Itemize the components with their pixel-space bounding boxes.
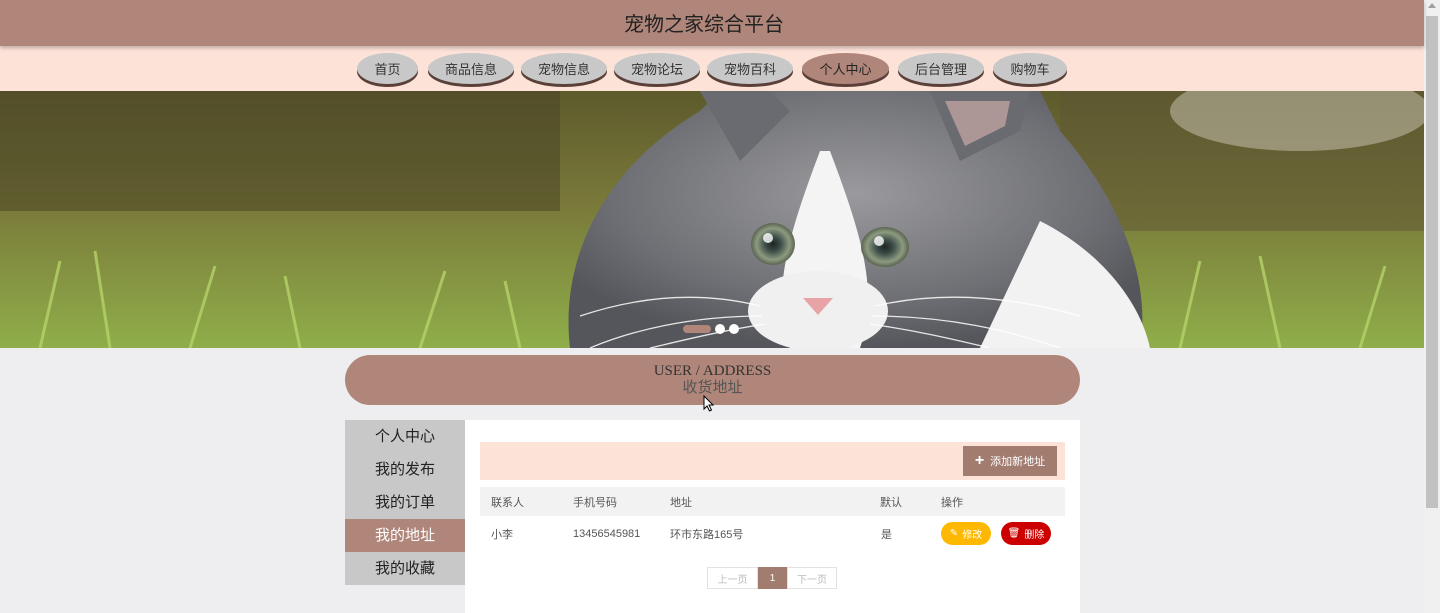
address-panel: + 添加新地址 联系人 手机号码 地址 默认 操作 小李 13456545981…	[465, 420, 1080, 613]
carousel-dot-active[interactable]	[683, 325, 711, 333]
carousel-indicators	[683, 324, 746, 334]
nav-item-home[interactable]: 首页	[357, 53, 418, 84]
plus-icon: +	[974, 452, 985, 469]
banner-carousel[interactable]	[0, 91, 1424, 348]
cell-phone: 13456545981	[573, 528, 641, 540]
address-toolbar: + 添加新地址	[480, 442, 1065, 480]
sidebar-item-my-posts[interactable]: 我的发布	[345, 453, 465, 486]
main-nav: 首页 商品信息 宠物信息 宠物论坛 宠物百科 个人中心 后台管理 购物车	[0, 46, 1424, 91]
nav-item-admin[interactable]: 后台管理	[898, 53, 984, 84]
edit-button[interactable]: ✎ 修改	[941, 522, 991, 545]
sidebar-item-my-favorites[interactable]: 我的收藏	[345, 552, 465, 585]
carousel-dot[interactable]	[729, 324, 739, 334]
cell-contact: 小李	[491, 529, 513, 541]
cell-address: 环市东路165号	[670, 529, 744, 541]
header-phone: 手机号码	[573, 496, 617, 509]
next-page-button[interactable]: 下一页	[787, 567, 837, 589]
add-address-button[interactable]: + 添加新地址	[963, 446, 1057, 476]
header-default: 默认	[880, 496, 902, 509]
scroll-up-arrow-icon[interactable]	[1428, 3, 1436, 8]
section-title-en: USER / ADDRESS	[653, 363, 772, 379]
page-number-current[interactable]: 1	[758, 567, 787, 589]
delete-label: 删除	[1024, 530, 1045, 541]
table-header: 联系人 手机号码 地址 默认 操作	[480, 487, 1065, 516]
add-address-label: 添加新地址	[990, 456, 1046, 468]
delete-button[interactable]: 🗑 删除	[1001, 522, 1051, 545]
sidebar-item-my-address[interactable]: 我的地址	[345, 519, 465, 552]
sidebar-item-my-orders[interactable]: 我的订单	[345, 486, 465, 519]
nav-item-user-center[interactable]: 个人中心	[802, 53, 889, 84]
pencil-icon: ✎	[949, 528, 959, 539]
carousel-dot[interactable]	[715, 324, 725, 334]
edit-label: 修改	[962, 530, 983, 541]
mouse-cursor-icon	[703, 395, 715, 412]
site-header: 宠物之家综合平台	[0, 0, 1424, 46]
trash-icon: 🗑	[1007, 528, 1021, 539]
cell-default: 是	[881, 529, 892, 541]
site-title: 宠物之家综合平台	[624, 14, 784, 36]
banner-kitten-image	[0, 91, 1424, 348]
sidebar-item-user-center[interactable]: 个人中心	[345, 420, 465, 453]
pagination: 上一页 1 下一页	[707, 567, 837, 589]
nav-item-cart[interactable]: 购物车	[993, 53, 1067, 84]
table-row: 小李 13456545981 环市东路165号 是 ✎ 修改 🗑 删除	[480, 516, 1065, 552]
prev-page-button[interactable]: 上一页	[707, 567, 758, 589]
page-scrollbar[interactable]	[1424, 0, 1440, 613]
nav-item-encyclopedia[interactable]: 宠物百科	[707, 53, 793, 84]
nav-item-forum[interactable]: 宠物论坛	[614, 53, 700, 84]
scroll-thumb[interactable]	[1426, 16, 1438, 508]
address-table: 联系人 手机号码 地址 默认 操作 小李 13456545981 环市东路165…	[480, 487, 1065, 552]
nav-item-pets[interactable]: 宠物信息	[521, 53, 607, 84]
user-sidebar: 个人中心 我的发布 我的订单 我的地址 我的收藏	[345, 420, 465, 585]
header-contact: 联系人	[491, 496, 524, 509]
header-address: 地址	[670, 496, 692, 509]
header-actions: 操作	[941, 496, 963, 509]
nav-item-products[interactable]: 商品信息	[428, 53, 514, 84]
